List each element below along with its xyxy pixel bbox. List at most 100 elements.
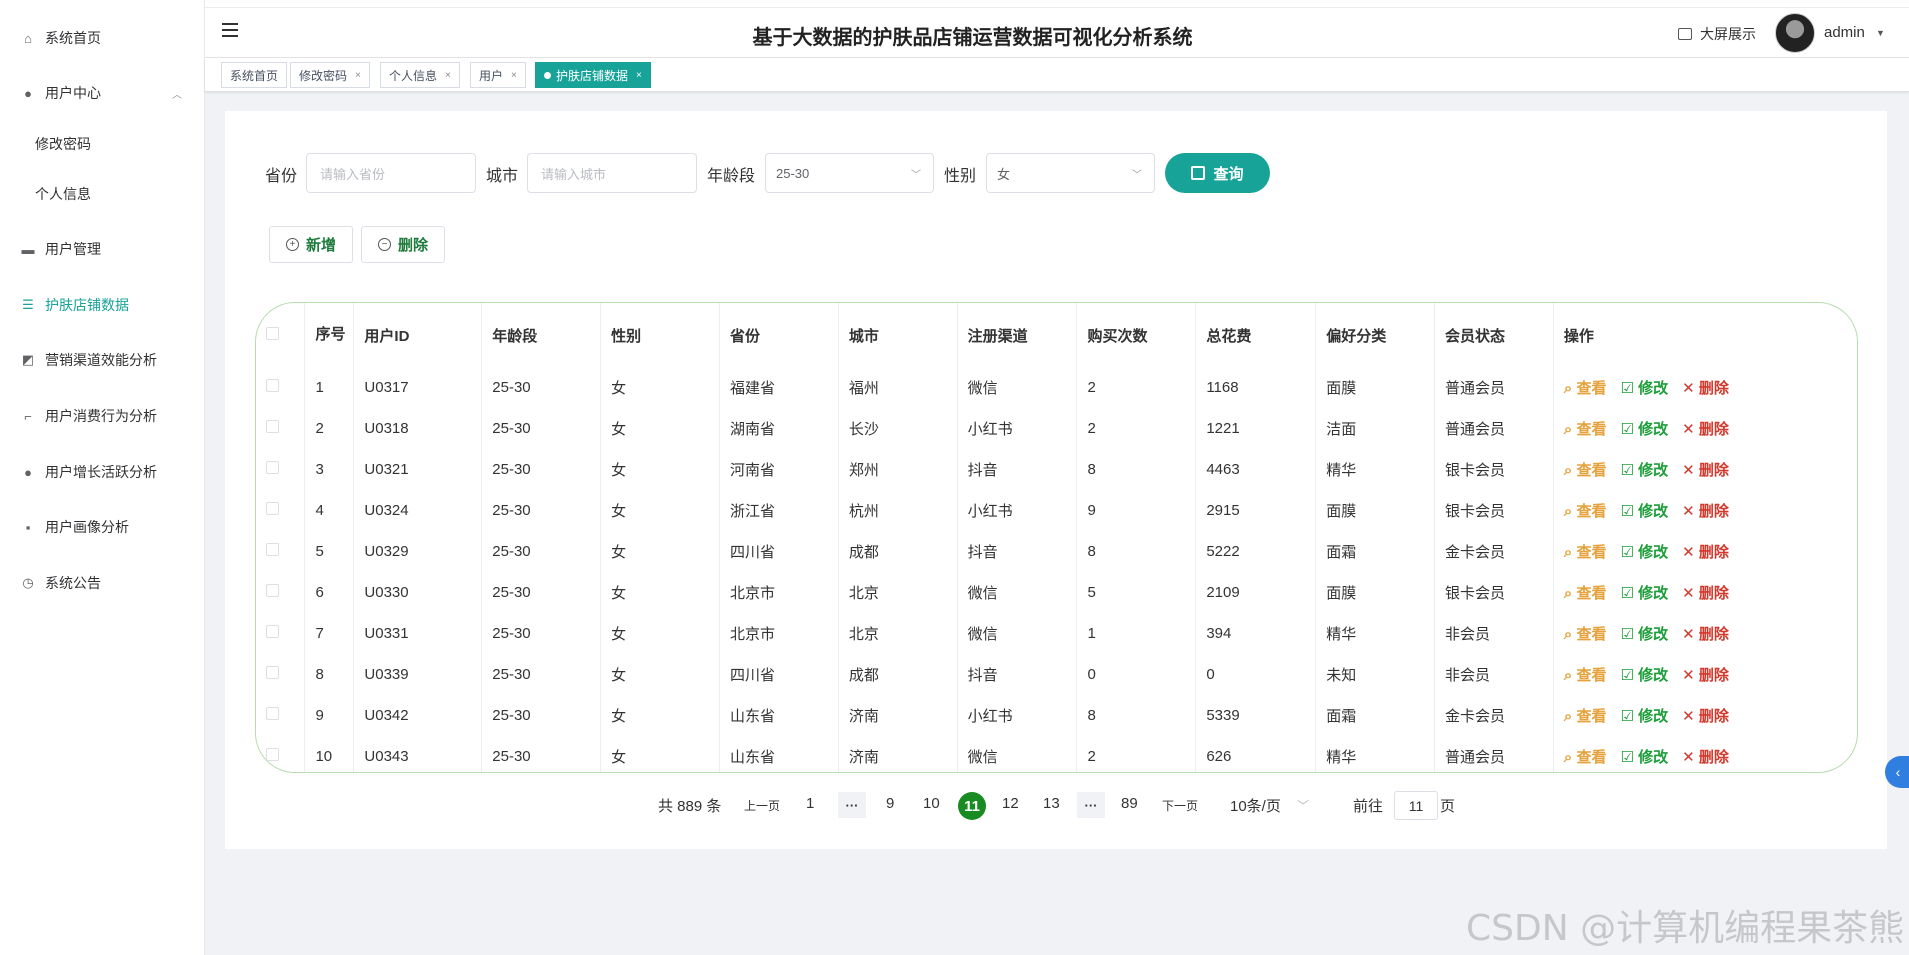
close-icon[interactable]: ×: [636, 70, 642, 81]
next-page-button[interactable]: 下一页: [1162, 797, 1198, 814]
sidebar-item-announcement[interactable]: ◷ 系统公告: [0, 563, 204, 603]
row-select-cell[interactable]: [256, 408, 306, 449]
row-checkbox[interactable]: [266, 461, 279, 474]
city-input[interactable]: 请输入城市: [527, 153, 697, 193]
page-12[interactable]: 12: [1002, 795, 1019, 812]
edit-button[interactable]: ☑ 修改: [1620, 421, 1668, 438]
row-select-cell[interactable]: [256, 654, 306, 695]
sidebar-item-change-password[interactable]: 修改密码: [0, 124, 204, 164]
more-pages-left-button[interactable]: ···: [838, 792, 866, 818]
edit-button[interactable]: ☑ 修改: [1620, 667, 1668, 684]
goto-page-input[interactable]: 11: [1394, 791, 1438, 820]
avatar[interactable]: [1775, 13, 1815, 53]
sidebar-item-growth-analysis[interactable]: ● 用户增长活跃分析: [0, 452, 204, 492]
view-button[interactable]: ⌕ 查看: [1564, 421, 1607, 438]
province-input[interactable]: 请输入省份: [306, 153, 476, 193]
table-cell: 2: [1076, 408, 1197, 449]
edit-button[interactable]: ☑ 修改: [1620, 585, 1668, 602]
view-button[interactable]: ⌕ 查看: [1564, 667, 1607, 684]
more-pages-right-button[interactable]: ···: [1077, 792, 1105, 818]
add-button[interactable]: + 新增: [269, 226, 353, 263]
row-select-cell[interactable]: [256, 449, 306, 490]
close-icon[interactable]: ×: [511, 70, 517, 81]
table-cell: 1168: [1195, 367, 1317, 408]
edit-button[interactable]: ☑ 修改: [1620, 380, 1668, 397]
tab-skincare-data[interactable]: 护肤店铺数据 ×: [535, 62, 651, 88]
username[interactable]: admin: [1824, 24, 1865, 41]
row-checkbox[interactable]: [266, 502, 279, 515]
row-select-cell[interactable]: [256, 490, 306, 531]
sidebar-item-user-management[interactable]: ▬ 用户管理: [0, 229, 204, 269]
page-size-select[interactable]: 10条/页: [1230, 795, 1281, 816]
row-checkbox[interactable]: [266, 666, 279, 679]
row-delete-button[interactable]: ✕ 删除: [1682, 380, 1729, 397]
tab-user[interactable]: 用户 ×: [470, 62, 526, 88]
row-checkbox[interactable]: [266, 584, 279, 597]
row-delete-button[interactable]: ✕ 删除: [1682, 749, 1729, 766]
sidebar-item-consumption-analysis[interactable]: ⌐ 用户消费行为分析: [0, 396, 204, 436]
row-delete-button[interactable]: ✕ 删除: [1682, 503, 1729, 520]
sidebar-item-skincare-data[interactable]: ☰ 护肤店铺数据: [0, 285, 204, 325]
view-button[interactable]: ⌕ 查看: [1564, 708, 1607, 725]
edit-button[interactable]: ☑ 修改: [1620, 544, 1668, 561]
row-select-cell[interactable]: [256, 572, 306, 613]
row-select-cell[interactable]: [256, 367, 306, 408]
prev-page-button[interactable]: 上一页: [744, 797, 780, 814]
row-delete-button[interactable]: ✕ 删除: [1682, 544, 1729, 561]
tab-home[interactable]: 系统首页: [221, 62, 288, 88]
close-icon[interactable]: ×: [445, 70, 451, 81]
row-select-cell[interactable]: [256, 531, 306, 572]
row-checkbox[interactable]: [266, 379, 279, 392]
tab-change-password[interactable]: 修改密码 ×: [290, 62, 370, 88]
collapse-panel-button[interactable]: ‹: [1885, 756, 1909, 788]
delete-button[interactable]: − 删除: [361, 226, 445, 263]
row-delete-button[interactable]: ✕ 删除: [1682, 626, 1729, 643]
sidebar-item-portrait-analysis[interactable]: ▪ 用户画像分析: [0, 507, 204, 547]
page-13[interactable]: 13: [1043, 795, 1060, 812]
select-all-checkbox[interactable]: [266, 326, 279, 340]
row-checkbox[interactable]: [266, 748, 279, 761]
view-button[interactable]: ⌕ 查看: [1564, 626, 1607, 643]
current-page[interactable]: 11: [958, 792, 986, 820]
page-89[interactable]: 89: [1121, 795, 1138, 812]
page-9[interactable]: 9: [886, 795, 894, 812]
view-button[interactable]: ⌕ 查看: [1564, 585, 1607, 602]
tab-personal-info[interactable]: 个人信息 ×: [380, 62, 460, 88]
edit-button[interactable]: ☑ 修改: [1620, 626, 1668, 643]
big-screen-button[interactable]: 大屏展示: [1678, 24, 1756, 44]
page-10[interactable]: 10: [923, 795, 940, 812]
edit-button[interactable]: ☑ 修改: [1620, 749, 1668, 766]
row-delete-button[interactable]: ✕ 删除: [1682, 462, 1729, 479]
table-body: 1 U0317 25-30 女福建省 福州 微信 2 1168 面膜 普通会员 ⌕ 查看 ☑ 修改 ✕ …: [256, 367, 1857, 772]
data-table: 序号 用户ID 年龄段 性别 省份 城市 注册渠道 购买次数 总花费 偏好分类 …: [255, 302, 1858, 773]
row-delete-button[interactable]: ✕ 删除: [1682, 667, 1729, 684]
sidebar-item-home[interactable]: ⌂ 系统首页: [0, 18, 204, 58]
age-select[interactable]: 25-30 ﹀: [765, 153, 934, 193]
caret-down-icon[interactable]: ▼: [1876, 28, 1885, 38]
row-delete-button[interactable]: ✕ 删除: [1682, 585, 1729, 602]
sidebar-item-personal-info[interactable]: 个人信息: [0, 174, 204, 214]
view-button[interactable]: ⌕ 查看: [1564, 503, 1607, 520]
view-button[interactable]: ⌕ 查看: [1564, 380, 1607, 397]
view-button[interactable]: ⌕ 查看: [1564, 544, 1607, 561]
row-select-cell[interactable]: [256, 613, 306, 654]
query-button[interactable]: 查询: [1165, 153, 1270, 193]
sidebar-item-channel-analysis[interactable]: ◩ 营销渠道效能分析: [0, 340, 204, 380]
edit-button[interactable]: ☑ 修改: [1620, 708, 1668, 725]
sidebar-item-user-center[interactable]: ● 用户中心 ︿: [0, 73, 204, 113]
table-cell: 4463: [1195, 449, 1317, 490]
gender-select[interactable]: 女 ﹀: [986, 153, 1155, 193]
view-button[interactable]: ⌕ 查看: [1564, 749, 1607, 766]
row-checkbox[interactable]: [266, 420, 279, 433]
view-button[interactable]: ⌕ 查看: [1564, 462, 1607, 479]
row-delete-button[interactable]: ✕ 删除: [1682, 421, 1729, 438]
row-select-cell[interactable]: [256, 695, 306, 736]
edit-button[interactable]: ☑ 修改: [1620, 503, 1668, 520]
row-checkbox[interactable]: [266, 707, 279, 720]
close-icon[interactable]: ×: [355, 70, 361, 81]
row-delete-button[interactable]: ✕ 删除: [1682, 708, 1729, 725]
row-checkbox[interactable]: [266, 543, 279, 556]
page-1[interactable]: 1: [806, 795, 814, 812]
row-checkbox[interactable]: [266, 625, 279, 638]
edit-button[interactable]: ☑ 修改: [1620, 462, 1668, 479]
